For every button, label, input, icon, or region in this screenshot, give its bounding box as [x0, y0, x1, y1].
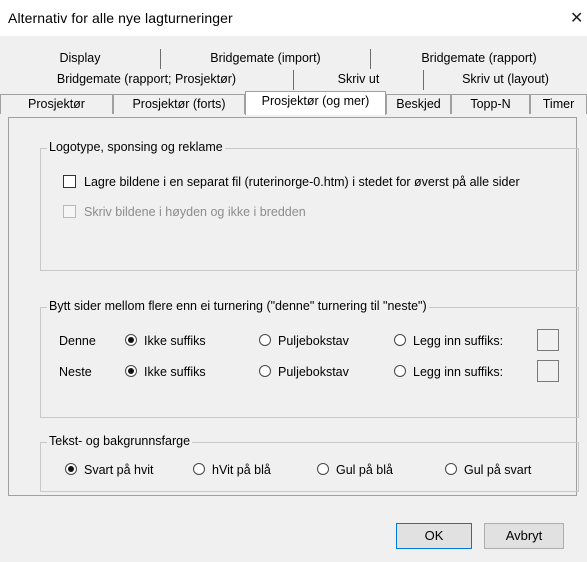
denne-ikke-suffiks-radio[interactable]: Ikke suffiks [125, 334, 206, 348]
vertical-images-option: Skriv bildene i høyden og ikke i bredden [63, 205, 306, 219]
tab-bridgemate-rapport-prosjektor[interactable]: Bridgemate (rapport; Prosjektør) [0, 70, 294, 90]
color-svart-pa-hvit-label: Svart på hvit [84, 463, 154, 477]
tab-skriv-ut[interactable]: Skriv ut [294, 70, 424, 90]
neste-ikke-suffiks-radio[interactable]: Ikke suffiks [125, 365, 206, 379]
color-hvit-pa-bla-label: hVit på blå [212, 463, 271, 477]
tab-bridgemate-import[interactable]: Bridgemate (import) [161, 49, 371, 69]
tab-page-prosjektor-og-mer: Logotype, sponsing og reklame Lagre bild… [8, 117, 579, 496]
denne-ikke-suffiks-label: Ikke suffiks [144, 334, 206, 348]
radio-selected-icon[interactable] [125, 365, 137, 377]
window-title: Alternativ for alle nye lagturneringer [8, 10, 233, 26]
tab-prosjektor-forts[interactable]: Prosjektør (forts) [113, 94, 245, 114]
neste-legg-inn-suffiks-radio[interactable]: Legg inn suffiks: [394, 365, 503, 379]
tab-prosjektor[interactable]: Prosjektør [0, 94, 113, 114]
color-group: Tekst- og bakgrunnsfarge Svart på hvit h… [40, 434, 579, 492]
color-svart-pa-hvit-radio[interactable]: Svart på hvit [65, 463, 153, 477]
switch-pages-group-label: Bytt sider mellom flere enn ei turnering… [47, 299, 429, 313]
tab-topp-n[interactable]: Topp-N [451, 94, 530, 114]
color-gul-pa-bla-radio[interactable]: Gul på blå [317, 463, 393, 477]
neste-puljebokstav-label: Puljebokstav [278, 365, 349, 379]
color-group-label: Tekst- og bakgrunnsfarge [47, 434, 193, 448]
radio-icon[interactable] [259, 334, 271, 346]
color-gul-pa-svart-label: Gul på svart [464, 463, 532, 477]
cancel-button[interactable]: Avbryt [484, 523, 564, 549]
radio-icon[interactable] [193, 463, 205, 475]
vertical-images-label: Skriv bildene i høyden og ikke i bredden [84, 205, 306, 219]
radio-icon[interactable] [394, 365, 406, 377]
save-separate-option[interactable]: Lagre bildene i en separat fil (ruterino… [63, 175, 520, 189]
save-separate-checkbox[interactable] [63, 175, 76, 188]
denne-puljebokstav-radio[interactable]: Puljebokstav [259, 334, 349, 348]
tab-strip: Display Bridgemate (import) Bridgemate (… [0, 49, 587, 119]
dialog-body: Display Bridgemate (import) Bridgemate (… [0, 36, 587, 562]
radio-icon[interactable] [317, 463, 329, 475]
neste-ikke-suffiks-label: Ikke suffiks [144, 365, 206, 379]
tab-timer[interactable]: Timer [530, 94, 587, 114]
title-bar: Alternativ for alle nye lagturneringer ✕ [0, 0, 587, 36]
neste-label: Neste [59, 365, 92, 379]
switch-pages-group: Bytt sider mellom flere enn ei turnering… [40, 299, 579, 418]
color-gul-pa-svart-radio[interactable]: Gul på svart [445, 463, 531, 477]
neste-suffix-input[interactable] [537, 360, 559, 382]
neste-puljebokstav-radio[interactable]: Puljebokstav [259, 365, 349, 379]
neste-legg-inn-suffiks-label: Legg inn suffiks: [413, 365, 504, 379]
close-icon[interactable]: ✕ [570, 8, 583, 28]
tab-beskjed[interactable]: Beskjed [386, 94, 451, 114]
radio-icon[interactable] [445, 463, 457, 475]
tab-prosjektor-og-mer[interactable]: Prosjektør (og mer) [245, 91, 386, 115]
tab-skriv-ut-layout[interactable]: Skriv ut (layout) [424, 70, 587, 90]
save-separate-label: Lagre bildene i en separat fil (ruterino… [84, 175, 520, 189]
radio-icon[interactable] [394, 334, 406, 346]
radio-selected-icon[interactable] [125, 334, 137, 346]
color-hvit-pa-bla-radio[interactable]: hVit på blå [193, 463, 271, 477]
denne-legg-inn-suffiks-label: Legg inn suffiks: [413, 334, 504, 348]
denne-legg-inn-suffiks-radio[interactable]: Legg inn suffiks: [394, 334, 503, 348]
logo-group-label: Logotype, sponsing og reklame [47, 140, 225, 154]
color-gul-pa-bla-label: Gul på blå [336, 463, 393, 477]
tab-display[interactable]: Display [0, 49, 161, 69]
radio-selected-icon[interactable] [65, 463, 77, 475]
vertical-images-checkbox [63, 205, 76, 218]
ok-button[interactable]: OK [396, 523, 472, 549]
denne-suffix-input[interactable] [537, 329, 559, 351]
denne-label: Denne [59, 334, 96, 348]
tab-bridgemate-rapport[interactable]: Bridgemate (rapport) [371, 49, 587, 69]
denne-puljebokstav-label: Puljebokstav [278, 334, 349, 348]
radio-icon[interactable] [259, 365, 271, 377]
logo-group: Logotype, sponsing og reklame Lagre bild… [40, 140, 579, 271]
